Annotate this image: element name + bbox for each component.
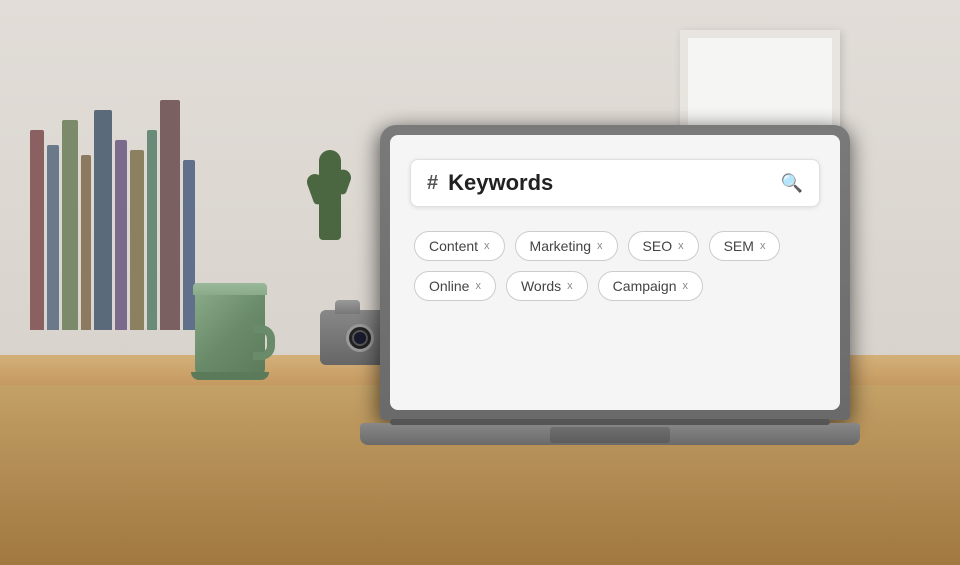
laptop-base xyxy=(360,423,860,445)
mug-handle xyxy=(253,325,275,360)
mug-base xyxy=(191,372,269,380)
book-6 xyxy=(115,140,127,330)
tag-seo[interactable]: SEO x xyxy=(628,231,699,261)
book-9 xyxy=(160,100,180,330)
tag-words-close[interactable]: x xyxy=(567,280,573,292)
scene: # Keywords 🔍 Content x Marketing x xyxy=(0,0,960,565)
tag-sem-label: SEM xyxy=(724,238,754,254)
tags-area: Content x Marketing x SEO x SEM xyxy=(410,231,820,301)
mug-rim xyxy=(193,283,267,295)
camera-viewfinder xyxy=(335,300,360,314)
tag-words[interactable]: Words x xyxy=(506,271,588,301)
laptop: # Keywords 🔍 Content x Marketing x xyxy=(360,125,860,445)
cactus xyxy=(310,120,350,240)
tag-words-label: Words xyxy=(521,278,561,294)
screen-content: # Keywords 🔍 Content x Marketing x xyxy=(390,135,840,410)
laptop-lid: # Keywords 🔍 Content x Marketing x xyxy=(380,125,850,420)
tag-content[interactable]: Content x xyxy=(414,231,505,261)
tag-sem-close[interactable]: x xyxy=(760,240,766,252)
book-8 xyxy=(147,130,157,330)
hash-icon: # xyxy=(427,172,438,195)
tag-campaign[interactable]: Campaign x xyxy=(598,271,703,301)
mug xyxy=(185,270,275,380)
book-2 xyxy=(47,145,59,330)
book-3 xyxy=(62,120,78,330)
tag-online-close[interactable]: x xyxy=(475,280,481,292)
tag-content-label: Content xyxy=(429,238,478,254)
tag-marketing[interactable]: Marketing x xyxy=(515,231,618,261)
book-7 xyxy=(130,150,144,330)
tag-seo-label: SEO xyxy=(643,238,673,254)
tag-campaign-label: Campaign xyxy=(613,278,677,294)
laptop-trackpad[interactable] xyxy=(550,427,670,443)
laptop-hinge xyxy=(390,419,830,425)
search-input[interactable]: Keywords xyxy=(448,170,780,196)
book-5 xyxy=(94,110,112,330)
tag-content-close[interactable]: x xyxy=(484,240,490,252)
book-4 xyxy=(81,155,91,330)
book-1 xyxy=(30,130,44,330)
tag-sem[interactable]: SEM x xyxy=(709,231,781,261)
search-bar[interactable]: # Keywords 🔍 xyxy=(410,159,820,207)
search-icon[interactable]: 🔍 xyxy=(781,173,803,194)
cactus-body xyxy=(319,150,341,240)
tag-marketing-label: Marketing xyxy=(530,238,591,254)
tag-marketing-close[interactable]: x xyxy=(597,240,603,252)
tag-campaign-close[interactable]: x xyxy=(683,280,689,292)
tag-online[interactable]: Online x xyxy=(414,271,496,301)
tag-seo-close[interactable]: x xyxy=(678,240,684,252)
laptop-screen: # Keywords 🔍 Content x Marketing x xyxy=(390,135,840,410)
tag-online-label: Online xyxy=(429,278,469,294)
